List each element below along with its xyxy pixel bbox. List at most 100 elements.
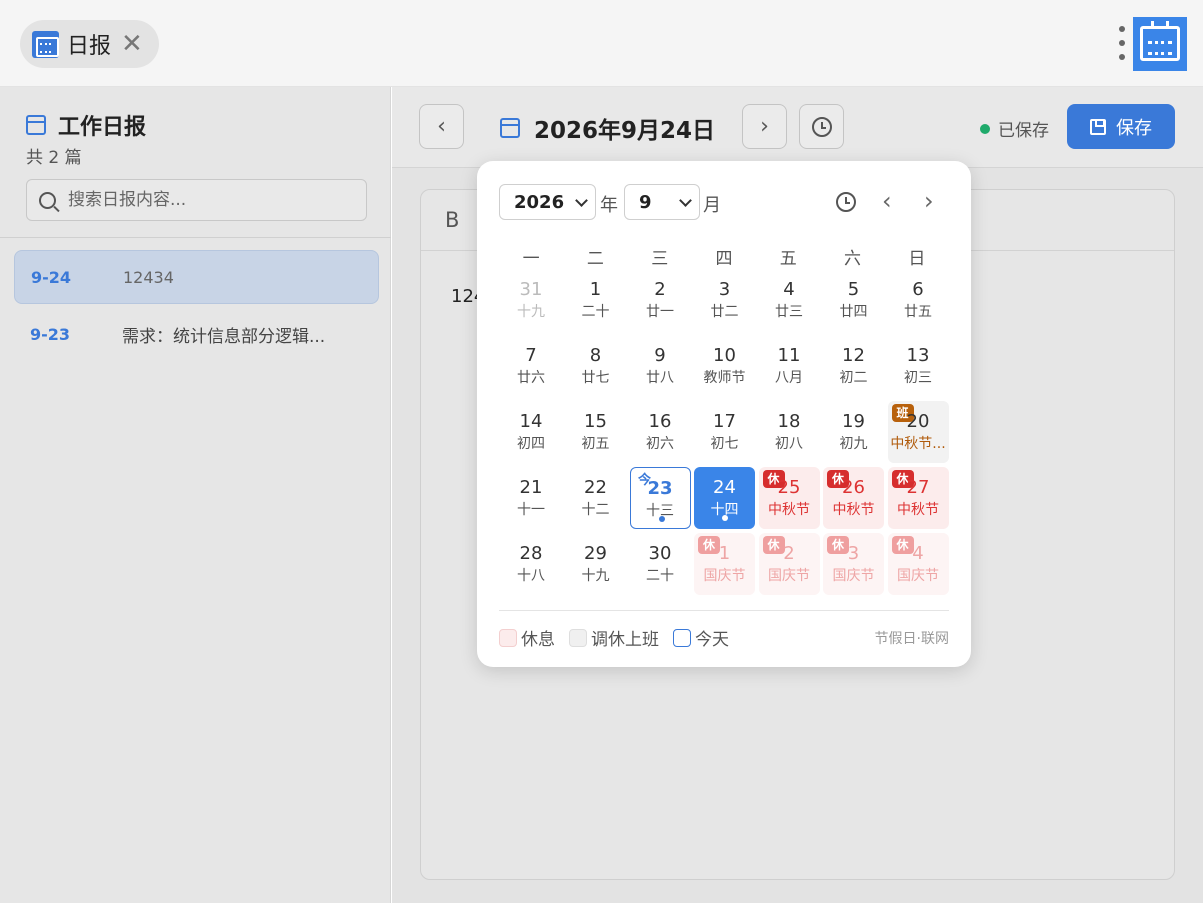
weekday-label: 一: [522, 249, 540, 269]
calendar-day-cell[interactable]: 13 初三: [888, 335, 949, 397]
calendar-day-cell[interactable]: 2 廿一: [630, 269, 691, 331]
legend-today-label: 今天: [695, 630, 729, 650]
calendar-day-cell[interactable]: 24 十四: [694, 467, 755, 529]
history-button[interactable]: [799, 104, 844, 149]
save-button[interactable]: 保存: [1067, 104, 1175, 149]
day-lunar-label: 初五: [581, 436, 610, 452]
calendar-day-cell[interactable]: 30 二十: [630, 533, 691, 595]
calendar-day-cell[interactable]: 31 十九: [501, 269, 562, 331]
close-icon[interactable]: ✕: [121, 31, 143, 57]
list-item-report-0923[interactable]: 9-23 需求：统计信息部分逻辑...: [14, 307, 379, 361]
calendar-day-cell[interactable]: 休 1 国庆节: [694, 533, 755, 595]
day-number: 27: [906, 477, 930, 498]
day-number: 7: [525, 345, 537, 366]
calendar-day-cell[interactable]: 16 初六: [630, 401, 691, 463]
calendar-day-cell[interactable]: 5 廿四: [823, 269, 884, 331]
list-item-report-0924[interactable]: 9-24 12434: [14, 250, 379, 304]
calendar-day-cell[interactable]: 28 十八: [501, 533, 562, 595]
day-lunar-label: 初二: [839, 370, 868, 386]
calendar-day-cell[interactable]: 21 十一: [501, 467, 562, 529]
calendar-day-cell[interactable]: 休 3 国庆节: [823, 533, 884, 595]
tab-daily-report[interactable]: 日报 ✕: [20, 20, 159, 68]
calendar-day-cell[interactable]: 6 廿五: [888, 269, 949, 331]
tab-label: 日报: [67, 34, 112, 59]
legend-rest-swatch: [499, 628, 517, 647]
calendar-day-cell[interactable]: 12 初二: [823, 335, 884, 397]
calendar-day-cell[interactable]: 今 23 十三: [629, 467, 691, 529]
calendar-icon: [500, 118, 520, 138]
chevron-right-icon: ›: [760, 114, 769, 139]
bold-button[interactable]: B: [445, 208, 459, 232]
list-item-summary: 12434: [123, 267, 174, 287]
year-select[interactable]: 2026: [499, 184, 596, 220]
day-lunar-label: 廿一: [646, 304, 674, 320]
calendar-day-cell[interactable]: 休 2 国庆节: [758, 533, 820, 595]
day-lunar-label: 中秋节: [897, 502, 939, 518]
save-disk-icon: [1090, 118, 1106, 135]
save-button-label: 保存: [1116, 117, 1152, 139]
calendar-icon: [26, 115, 46, 135]
calendar-day-cell[interactable]: 3 廿二: [694, 269, 755, 331]
prev-month-button[interactable]: ‹: [882, 187, 892, 215]
weekday-label: 日: [908, 249, 926, 269]
day-lunar-label: 二十: [581, 304, 610, 320]
has-report-dot: [658, 516, 665, 522]
calendar-day-cell[interactable]: 22 十二: [565, 467, 626, 529]
prev-day-button[interactable]: ‹: [419, 104, 464, 149]
day-number: 10: [713, 345, 736, 366]
month-select[interactable]: 9: [624, 184, 700, 220]
day-lunar-label: 十一: [517, 502, 545, 518]
go-today-clock-icon[interactable]: [836, 192, 856, 212]
day-lunar-label: 十九: [517, 304, 545, 320]
calendar-day-cell[interactable]: 9 廿八: [630, 335, 691, 397]
day-lunar-label: 中秋节: [768, 502, 810, 518]
calendar-day-cell[interactable]: 4 廿三: [759, 269, 820, 331]
app-logo-calendar-icon: [1133, 17, 1187, 71]
current-date: 2026年9月24日: [534, 118, 716, 144]
calendar-day-cell[interactable]: 班 20 中秋节...: [887, 401, 949, 463]
calendar-day-cell[interactable]: 休 25 中秋节: [758, 467, 820, 529]
next-day-button[interactable]: ›: [742, 104, 787, 149]
more-menu-icon[interactable]: [1117, 26, 1127, 60]
legend-today-swatch: [673, 628, 691, 647]
next-month-button[interactable]: ›: [924, 187, 934, 215]
day-number: 1: [589, 279, 602, 300]
day-number: 21: [519, 477, 543, 498]
calendar-day-cell[interactable]: 1 二十: [565, 269, 626, 331]
calendar-day-cell[interactable]: 14 初四: [501, 401, 562, 463]
calendar-day-cell[interactable]: 17 初七: [694, 401, 755, 463]
legend-today: 今天: [673, 625, 729, 650]
search-icon: [39, 191, 56, 209]
day-number: 12: [842, 345, 865, 366]
day-number: 25: [777, 477, 801, 498]
day-lunar-label: 十八: [517, 568, 545, 584]
calendar-day-cell[interactable]: 8 廿七: [565, 335, 626, 397]
day-number: 6: [912, 279, 924, 300]
day-number: 13: [906, 345, 930, 366]
day-lunar-label: 廿六: [517, 370, 545, 386]
calendar-day-cell[interactable]: 29 十九: [565, 533, 626, 595]
day-lunar-label: 初三: [904, 370, 932, 386]
search-box[interactable]: [26, 179, 367, 221]
calendar-day-cell[interactable]: 18 初八: [759, 401, 820, 463]
save-status: 已保存: [980, 116, 1049, 141]
search-input[interactable]: [68, 190, 358, 210]
day-number: 24: [713, 477, 736, 498]
day-lunar-label: 国庆节: [897, 568, 939, 584]
day-number: 22: [584, 477, 607, 498]
calendar-day-cell[interactable]: 休 4 国庆节: [887, 533, 949, 595]
calendar-day-cell[interactable]: 10 教师节: [694, 335, 755, 397]
weekday-label: 五: [779, 249, 797, 269]
calendar-day-cell[interactable]: 7 廿六: [501, 335, 562, 397]
current-date-display[interactable]: 2026年9月24日: [500, 111, 715, 145]
day-lunar-label: 中秋节: [832, 502, 875, 518]
calendar-day-cell[interactable]: 休 26 中秋节: [823, 467, 884, 529]
calendar-day-cell[interactable]: 19 初九: [823, 401, 884, 463]
list-item-date: 9-23: [30, 324, 71, 344]
calendar-day-cell[interactable]: 15 初五: [565, 401, 626, 463]
day-number: 17: [713, 411, 736, 432]
calendar-day-cell[interactable]: 11 八月: [759, 335, 820, 397]
legend-work-swatch: [569, 628, 587, 647]
calendar-day-cell[interactable]: 休 27 中秋节: [887, 467, 949, 529]
day-number: 15: [584, 411, 607, 432]
